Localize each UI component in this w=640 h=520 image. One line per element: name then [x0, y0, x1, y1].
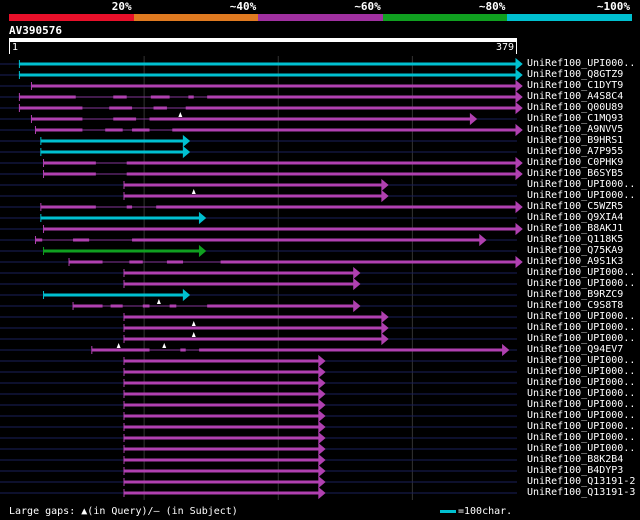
hit-label[interactable]: UniRef100_A4S8C4: [527, 91, 623, 102]
hit-end-arrow: [318, 387, 326, 401]
hit-label[interactable]: UniRef100_B8AKJ1: [527, 223, 623, 234]
hit-label[interactable]: UniRef100_UPI000..: [527, 432, 635, 443]
hit-end-arrow: [353, 299, 361, 313]
hit-end-arrow: [381, 178, 389, 192]
hit-label[interactable]: UniRef100_UPI000..: [527, 355, 635, 366]
hit-label[interactable]: UniRef100_A9NVV5: [527, 124, 623, 135]
hit-label[interactable]: UniRef100_C0PHK9: [527, 157, 623, 168]
scale-text: =100char.: [458, 506, 513, 517]
hit-end-arrow: [318, 420, 326, 434]
hit-end-arrow: [515, 200, 523, 214]
hit-label[interactable]: UniRef100_UPI000..: [527, 267, 635, 278]
hit-end-arrow: [381, 332, 389, 346]
hit-end-arrow: [318, 354, 326, 368]
hit-label[interactable]: UniRef100_UPI000..: [527, 410, 635, 421]
query-gap-marker: [156, 299, 161, 304]
query-gap-marker: [162, 343, 167, 348]
hit-end-arrow: [318, 442, 326, 456]
hit-end-arrow: [318, 453, 326, 467]
hit-end-arrow: [381, 310, 389, 324]
hit-end-arrow: [515, 156, 523, 170]
hit-end-arrow: [182, 145, 191, 159]
query-gap-marker: [116, 343, 121, 348]
hit-end-arrow: [198, 211, 207, 225]
hit-label[interactable]: UniRef100_C1MQ93: [527, 113, 623, 124]
hit-end-arrow: [381, 189, 389, 203]
hit-end-arrow: [182, 134, 191, 148]
hit-end-arrow: [318, 365, 326, 379]
query-gap-marker: [178, 112, 183, 117]
hit-label[interactable]: UniRef100_UPI000..: [527, 58, 635, 69]
hit-label[interactable]: UniRef100_A9S1K3: [527, 256, 623, 267]
hit-end-arrow: [318, 398, 326, 412]
hit-end-arrow: [515, 101, 523, 115]
hit-end-arrow: [502, 343, 510, 357]
hit-label[interactable]: UniRef100_UPI000..: [527, 443, 635, 454]
hit-label[interactable]: UniRef100_UPI000..: [527, 399, 635, 410]
hit-label[interactable]: UniRef100_B9HRS1: [527, 135, 623, 146]
hit-label[interactable]: UniRef100_C1DYT9: [527, 80, 623, 91]
hit-label[interactable]: UniRef100_Q8GTZ9: [527, 69, 623, 80]
hit-label[interactable]: UniRef100_B4DYP3: [527, 465, 623, 476]
hit-label[interactable]: UniRef100_UPI000..: [527, 388, 635, 399]
hit-end-arrow: [318, 475, 326, 489]
hit-end-arrow: [515, 57, 523, 71]
hit-label[interactable]: UniRef100_B6SYB5: [527, 168, 623, 179]
hit-label[interactable]: UniRef100_C9S8T8: [527, 300, 623, 311]
hit-label[interactable]: UniRef100_Q13191-3: [527, 487, 635, 498]
hit-label[interactable]: UniRef100_UPI000..: [527, 421, 635, 432]
hit-label[interactable]: UniRef100_UPI000..: [527, 366, 635, 377]
hit-label[interactable]: UniRef100_Q00U89: [527, 102, 623, 113]
hit-end-arrow: [515, 79, 523, 93]
scale-swatch: [440, 509, 456, 513]
query-gap-marker: [191, 321, 196, 326]
hit-end-arrow: [353, 266, 361, 280]
hit-end-arrow: [515, 90, 523, 104]
query-gap-marker: [191, 332, 196, 337]
hit-end-arrow: [515, 123, 523, 137]
hit-end-arrow: [198, 244, 207, 258]
hit-label[interactable]: UniRef100_UPI000..: [527, 333, 635, 344]
gap-legend: Large gaps: ▲(in Query)/– (in Subject): [9, 506, 238, 518]
hit-label[interactable]: UniRef100_B8K2B4: [527, 454, 623, 465]
hit-end-arrow: [318, 409, 326, 423]
hit-label[interactable]: UniRef100_UPI000..: [527, 190, 635, 201]
hit-label[interactable]: UniRef100_Q9XIA4: [527, 212, 623, 223]
query-gap-marker: [191, 189, 196, 194]
hit-end-arrow: [182, 288, 191, 302]
hit-label[interactable]: UniRef100_B9RZC9: [527, 289, 623, 300]
hit-label[interactable]: UniRef100_Q75KA9: [527, 245, 623, 256]
hit-end-arrow: [515, 68, 523, 82]
hit-end-arrow: [353, 277, 361, 291]
hit-end-arrow: [515, 167, 523, 181]
gap-legend-prefix: Large gaps:: [9, 506, 76, 517]
hit-label[interactable]: UniRef100_UPI000..: [527, 311, 635, 322]
hit-end-arrow: [318, 486, 326, 500]
hit-end-arrow: [318, 376, 326, 390]
hit-label[interactable]: UniRef100_Q94EV7: [527, 344, 623, 355]
hit-label[interactable]: UniRef100_UPI000..: [527, 322, 635, 333]
hit-end-arrow: [479, 233, 487, 247]
scale-legend: =100char.: [440, 506, 512, 518]
hit-label[interactable]: UniRef100_UPI000..: [527, 179, 635, 190]
hit-end-arrow: [318, 431, 326, 445]
hit-label[interactable]: UniRef100_UPI000..: [527, 377, 635, 388]
hit-end-arrow: [515, 222, 523, 236]
hit-label[interactable]: UniRef100_Q118K5: [527, 234, 623, 245]
hit-label[interactable]: UniRef100_UPI000..: [527, 278, 635, 289]
hit-end-arrow: [318, 464, 326, 478]
query-gap-text: (in Query)/: [87, 506, 154, 517]
hit-label[interactable]: UniRef100_Q13191-2: [527, 476, 635, 487]
hit-label[interactable]: UniRef100_C5WZR5: [527, 201, 623, 212]
hit-end-arrow: [515, 255, 523, 269]
hit-label[interactable]: UniRef100_A7P955: [527, 146, 623, 157]
hit-end-arrow: [469, 112, 478, 126]
subject-gap-text: (in Subject): [159, 506, 238, 517]
hit-end-arrow: [381, 321, 389, 335]
